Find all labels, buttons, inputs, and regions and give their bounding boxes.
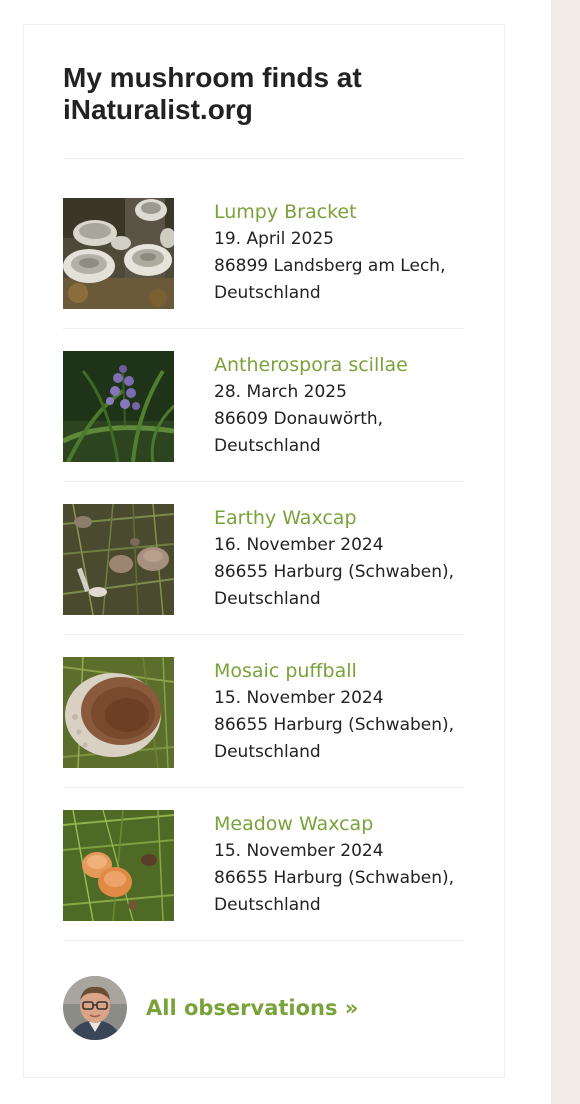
observation-item: Lumpy Bracket 19. April 2025 86899 Lands… bbox=[63, 176, 464, 329]
observation-item: Mosaic puffball 15. November 2024 86655 … bbox=[63, 635, 464, 788]
user-avatar-icon[interactable] bbox=[63, 976, 127, 1040]
observation-country: Deutschland bbox=[214, 589, 321, 609]
all-observations-link[interactable]: All observations » bbox=[146, 994, 358, 1022]
observation-country: Deutschland bbox=[214, 436, 321, 456]
page-side-strip bbox=[551, 0, 580, 1104]
puffball-photo-icon[interactable] bbox=[63, 657, 174, 768]
bracket-fungus-photo-icon[interactable] bbox=[63, 198, 174, 309]
observation-date: 16. November 2024 bbox=[214, 535, 384, 555]
widget-title: My mushroom finds at iNaturalist.org bbox=[63, 62, 362, 125]
observation-title-link[interactable]: Earthy Waxcap bbox=[214, 505, 464, 532]
observation-item: Meadow Waxcap 15. November 2024 86655 Ha… bbox=[63, 788, 464, 941]
observation-place: 86655 Harburg (Schwaben), bbox=[214, 868, 455, 888]
observation-place: 86609 Donauwörth, bbox=[214, 409, 384, 429]
observation-date: 19. April 2025 bbox=[214, 229, 334, 249]
observation-title-link[interactable]: Meadow Waxcap bbox=[214, 811, 464, 838]
widget-footer: All observations » bbox=[63, 976, 464, 1040]
title-divider bbox=[63, 158, 464, 159]
orange-waxcap-photo-icon[interactable] bbox=[63, 810, 174, 921]
observation-country: Deutschland bbox=[214, 283, 321, 303]
observation-place: 86655 Harburg (Schwaben), bbox=[214, 562, 455, 582]
observation-title-link[interactable]: Antherospora scillae bbox=[214, 352, 464, 379]
observation-title-link[interactable]: Lumpy Bracket bbox=[214, 199, 464, 226]
observation-list: Lumpy Bracket 19. April 2025 86899 Lands… bbox=[63, 176, 464, 941]
observation-date: 15. November 2024 bbox=[214, 841, 384, 861]
observation-place: 86655 Harburg (Schwaben), bbox=[214, 715, 455, 735]
observation-date: 28. March 2025 bbox=[214, 382, 347, 402]
observation-item: Earthy Waxcap 16. November 2024 86655 Ha… bbox=[63, 482, 464, 635]
observation-country: Deutschland bbox=[214, 742, 321, 762]
observation-item: Antherospora scillae 28. March 2025 8660… bbox=[63, 329, 464, 482]
observation-date: 15. November 2024 bbox=[214, 688, 384, 708]
observation-title-link[interactable]: Mosaic puffball bbox=[214, 658, 464, 685]
observation-place: 86899 Landsberg am Lech, bbox=[214, 256, 446, 276]
squill-flower-photo-icon[interactable] bbox=[63, 351, 174, 462]
observation-country: Deutschland bbox=[214, 895, 321, 915]
waxcap-mushrooms-photo-icon[interactable] bbox=[63, 504, 174, 615]
